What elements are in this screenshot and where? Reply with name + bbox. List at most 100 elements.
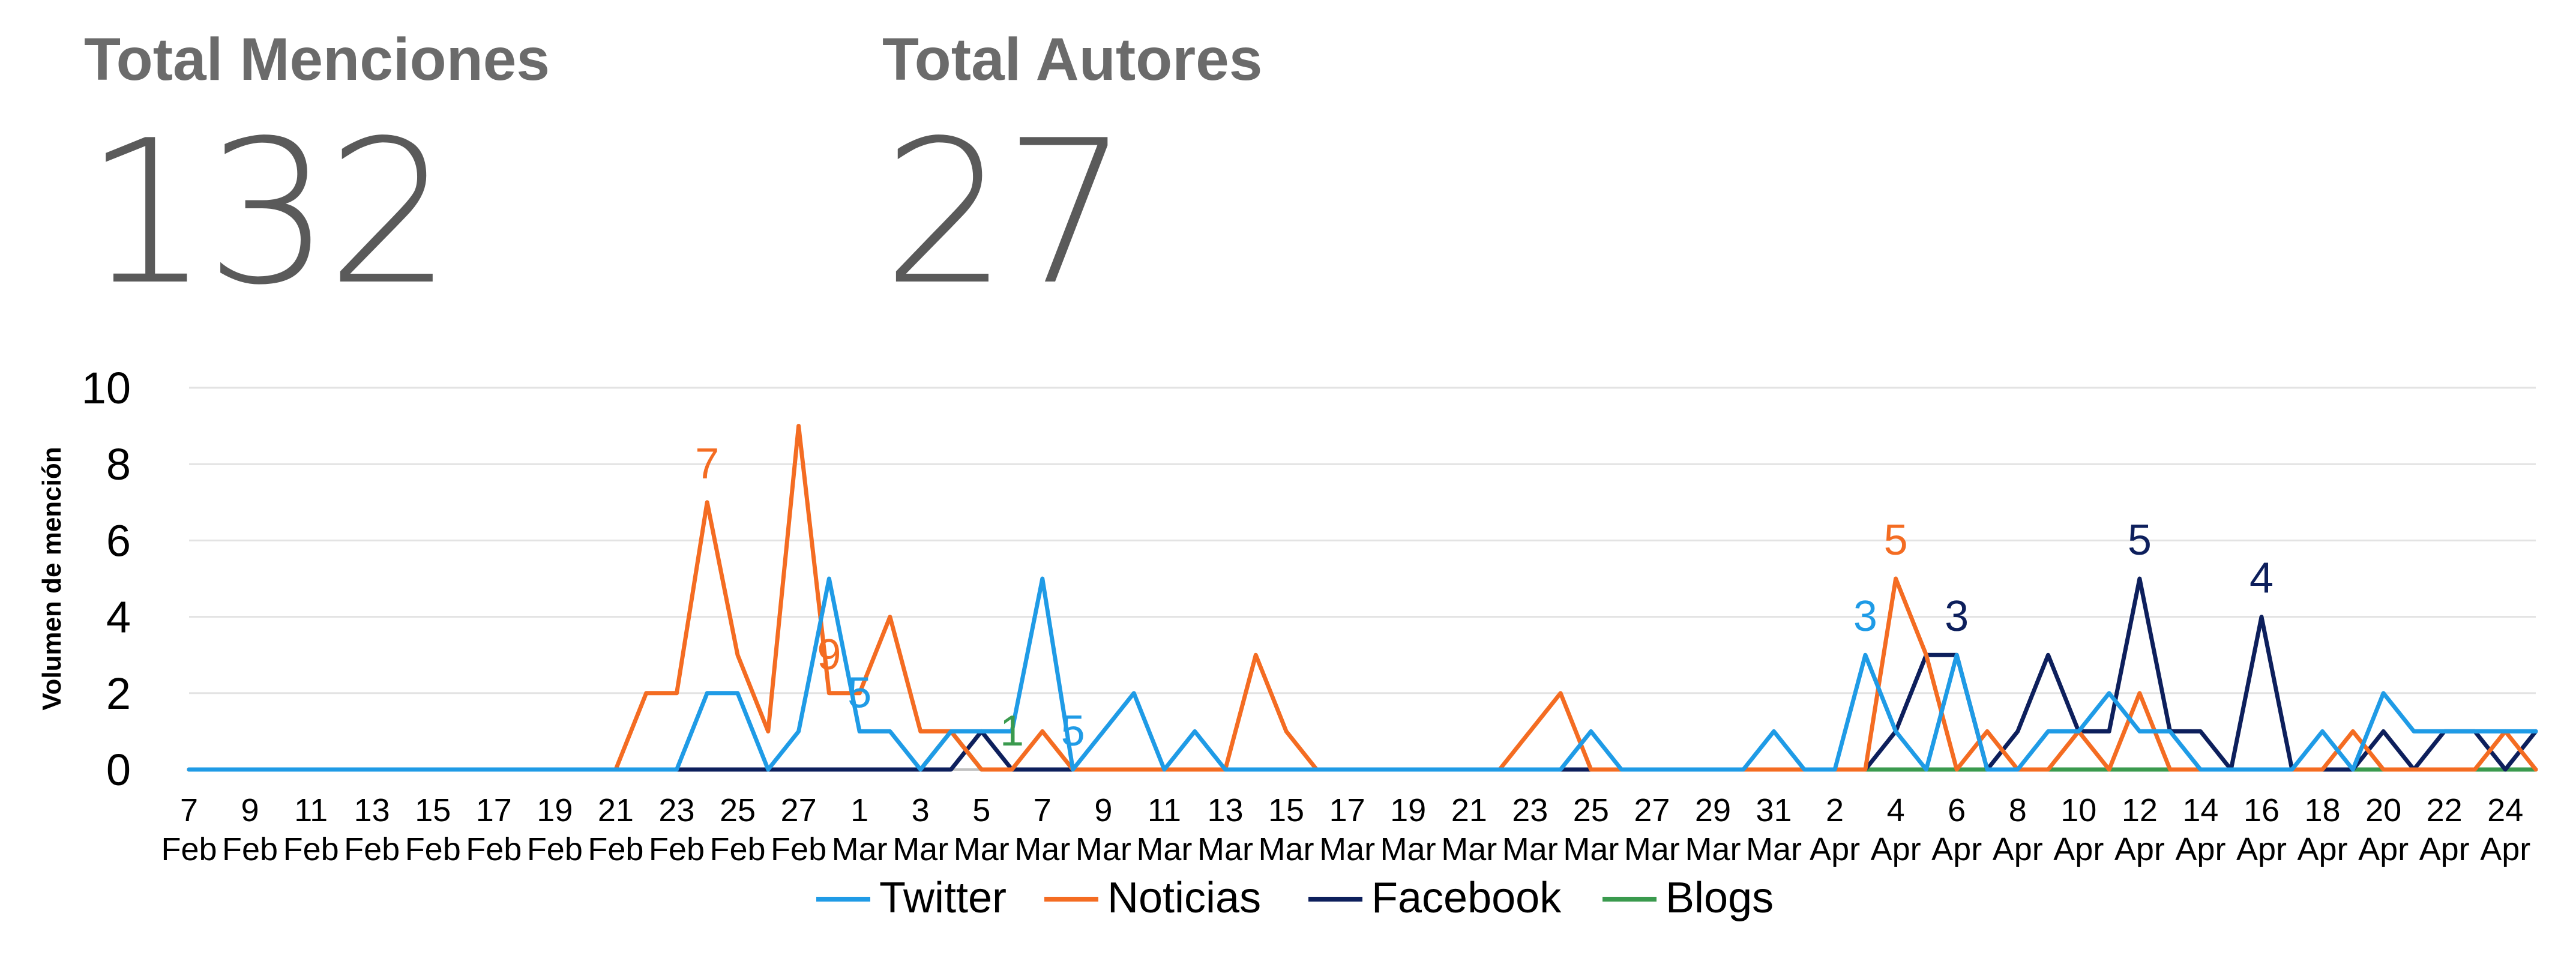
x-tick-label: Apr (2114, 831, 2165, 867)
y-axis-label: Volumen de mención (37, 447, 67, 710)
x-tick-label: 9 (1094, 792, 1112, 828)
x-tick-label: Apr (1871, 831, 1921, 867)
y-tick-label: 0 (106, 745, 131, 795)
x-tick-label: 23 (658, 792, 694, 828)
x-tick-label: Mar (1014, 831, 1070, 867)
x-tick-label: 24 (2487, 792, 2523, 828)
x-tick-label: Feb (283, 831, 339, 867)
data-label: 5 (1884, 516, 1908, 564)
y-tick-label: 2 (106, 669, 131, 718)
x-tick-label: 7 (180, 792, 198, 828)
x-tick-label: 13 (1207, 792, 1243, 828)
x-tick-label: Feb (771, 831, 826, 867)
x-tick-label: Feb (527, 831, 583, 867)
x-tick-label: 27 (1634, 792, 1670, 828)
kpi-authors-value: 27 (882, 98, 1130, 328)
x-tick-label: Apr (2358, 831, 2409, 867)
x-tick-label: 29 (1695, 792, 1731, 828)
x-tick-label: Mar (1563, 831, 1619, 867)
x-tick-label: Mar (1259, 831, 1314, 867)
data-label: 9 (817, 631, 841, 679)
x-tick-label: 17 (1329, 792, 1365, 828)
x-tick-label: 6 (1948, 792, 1966, 828)
x-tick-label: Apr (2053, 831, 2104, 867)
mentions-line-chart: 0246810Volumen de mención7Feb9Feb11Feb13… (37, 363, 2538, 922)
x-tick-label: Feb (405, 831, 461, 867)
x-tick-label: Apr (1993, 831, 2043, 867)
x-tick-label: 12 (2122, 792, 2158, 828)
data-label: 4 (2249, 555, 2274, 603)
x-tick-label: Apr (2419, 831, 2470, 867)
x-tick-label: 17 (476, 792, 512, 828)
x-tick-label: Mar (1624, 831, 1680, 867)
x-tick-label: 25 (720, 792, 756, 828)
data-label: 3 (1853, 592, 1877, 640)
x-tick-label: 23 (1512, 792, 1548, 828)
x-tick-label: 18 (2305, 792, 2341, 828)
x-tick-label: Feb (222, 831, 278, 867)
series-line-facebook (187, 576, 2538, 772)
x-tick-label: 19 (537, 792, 573, 828)
x-tick-label: Apr (1931, 831, 1982, 867)
x-tick-label: Mar (1380, 831, 1436, 867)
kpi-authors-title: Total Autores (882, 26, 1263, 93)
x-tick-label: Mar (954, 831, 1010, 867)
x-tick-label: Apr (1810, 831, 1860, 867)
legend-label-blogs: Blogs (1666, 874, 1774, 922)
x-tick-label: 11 (294, 792, 328, 828)
x-tick-label: 7 (1034, 792, 1052, 828)
x-tick-label: 21 (1451, 792, 1487, 828)
x-tick-label: Apr (2298, 831, 2348, 867)
legend-label-facebook: Facebook (1371, 874, 1562, 922)
x-tick-label: Apr (2175, 831, 2225, 867)
data-label: 7 (695, 440, 719, 488)
x-tick-label: Mar (892, 831, 948, 867)
x-tick-label: 31 (1756, 792, 1792, 828)
data-label: 5 (2128, 516, 2152, 564)
x-tick-label: Apr (2236, 831, 2287, 867)
x-tick-label: 10 (2060, 792, 2096, 828)
x-tick-label: Feb (161, 831, 217, 867)
x-tick-label: 3 (912, 792, 930, 828)
x-tick-label: 5 (972, 792, 990, 828)
x-tick-label: 27 (781, 792, 817, 828)
kpi-mentions-title: Total Menciones (84, 26, 550, 93)
x-tick-label: Mar (1076, 831, 1131, 867)
kpi-mentions-value: 132 (84, 98, 453, 328)
x-tick-label: 11 (1148, 792, 1181, 828)
x-tick-label: Mar (1319, 831, 1375, 867)
x-tick-label: 2 (1826, 792, 1844, 828)
x-tick-label: Mar (832, 831, 888, 867)
y-tick-label: 6 (106, 516, 131, 565)
x-tick-label: 16 (2243, 792, 2280, 828)
legend-label-twitter: Twitter (879, 874, 1007, 922)
x-tick-label: 15 (415, 792, 451, 828)
x-tick-label: Apr (2480, 831, 2530, 867)
x-tick-label: Feb (709, 831, 765, 867)
x-tick-label: 15 (1268, 792, 1304, 828)
x-tick-label: 1 (850, 792, 868, 828)
x-tick-label: Feb (466, 831, 522, 867)
x-tick-label: 14 (2182, 792, 2218, 828)
series-line-noticias (187, 424, 2538, 772)
x-tick-label: 21 (598, 792, 634, 828)
data-label: 5 (847, 669, 871, 717)
y-tick-label: 10 (82, 363, 131, 413)
x-tick-label: 8 (2009, 792, 2027, 828)
x-tick-label: Mar (1685, 831, 1741, 867)
y-tick-label: 4 (106, 592, 131, 642)
x-tick-label: 22 (2427, 792, 2463, 828)
data-label: 1 (1000, 707, 1024, 755)
y-tick-label: 8 (106, 439, 131, 489)
series-line-twitter (187, 576, 2538, 772)
x-tick-label: Mar (1502, 831, 1558, 867)
x-tick-label: Mar (1441, 831, 1497, 867)
x-tick-label: 4 (1887, 792, 1905, 828)
x-tick-label: Feb (649, 831, 705, 867)
legend-label-noticias: Noticias (1107, 874, 1261, 922)
x-tick-label: 9 (241, 792, 259, 828)
x-tick-label: 25 (1573, 792, 1609, 828)
x-tick-label: 20 (2365, 792, 2401, 828)
x-tick-label: 13 (354, 792, 390, 828)
x-tick-label: 19 (1390, 792, 1426, 828)
